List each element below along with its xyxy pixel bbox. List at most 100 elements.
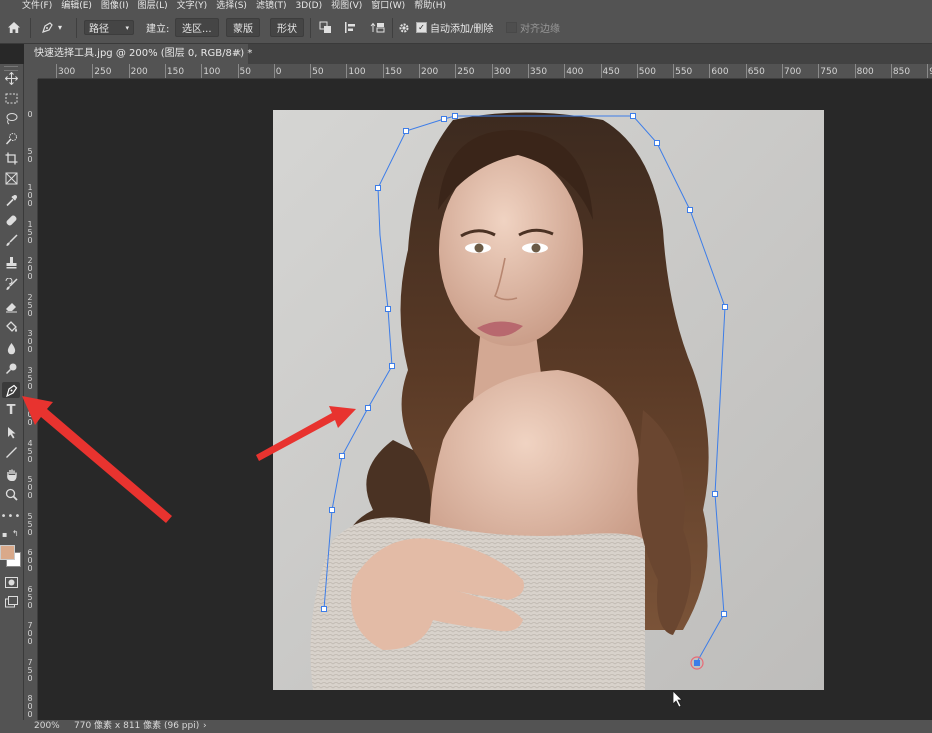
mask-button[interactable]: 蒙版 — [226, 18, 260, 37]
ruler-tick-label: 400 — [566, 67, 584, 77]
blur-icon[interactable] — [2, 340, 20, 356]
path-operations-icon[interactable] — [319, 12, 332, 43]
document-image[interactable] — [273, 110, 824, 690]
ruler-tick-label: 700 — [784, 67, 802, 77]
ruler-origin[interactable] — [24, 64, 38, 79]
gear-icon[interactable] — [398, 12, 410, 43]
marquee-icon[interactable] — [2, 90, 20, 106]
chevron-down-icon: ▾ — [125, 23, 129, 32]
ruler-tick-label: 200 — [27, 256, 33, 281]
mode-select-value: 路径 — [89, 24, 109, 35]
ruler-tick-label: 50 — [312, 67, 324, 77]
menu-item[interactable]: 3D(D) — [295, 0, 322, 12]
menu-item[interactable]: 窗口(W) — [371, 0, 405, 12]
ruler-tick-label: 400 — [27, 402, 33, 427]
ruler-tick-label: 550 — [27, 511, 33, 537]
menu-item[interactable]: 图像(I) — [101, 0, 129, 12]
healing-brush-icon[interactable] — [2, 212, 20, 228]
ruler-tick-label: 450 — [602, 67, 620, 77]
options-bar: ▾ 路径 ▾ 建立: 选区... 蒙版 形状 ✓ 自动添加/删除 对齐边缘 — [0, 12, 932, 44]
ruler-tick-label: 0 — [27, 110, 33, 119]
ruler-tick-label: 150 — [166, 67, 185, 77]
align-edges-checkbox[interactable]: 对齐边缘 — [506, 12, 560, 43]
ruler-tick-label: 800 — [27, 694, 33, 719]
path-select-icon[interactable] — [2, 424, 20, 440]
menu-item[interactable]: 文字(Y) — [177, 0, 208, 12]
vertical-ruler[interactable]: 0 50 100 150 200 250 300 350 400 450 500 550 600 650 7… — [24, 79, 38, 720]
lasso-icon[interactable] — [2, 110, 20, 126]
ruler-tick-label: 700 — [27, 621, 33, 646]
eyedropper-icon[interactable] — [2, 192, 20, 208]
ruler-tick-label: 300 — [27, 329, 33, 354]
document-tab[interactable]: 快速选择工具.jpg @ 200% (图层 0, RGB/8#) * × — [24, 44, 252, 64]
dodge-icon[interactable] — [2, 360, 20, 376]
menu-item[interactable]: 选择(S) — [216, 0, 247, 12]
ruler-tick-label: 300 — [493, 67, 511, 77]
brush-icon[interactable] — [2, 232, 20, 248]
close-icon[interactable]: × — [234, 44, 242, 64]
selection-button[interactable]: 选区... — [175, 18, 219, 37]
quick-select-icon[interactable] — [2, 130, 20, 146]
ruler-tick-label: 100 — [203, 67, 221, 77]
hand-icon[interactable] — [2, 466, 20, 482]
crop-icon[interactable] — [2, 150, 20, 166]
ruler-tick-label: 150 — [27, 219, 33, 245]
line-icon[interactable] — [2, 444, 20, 460]
home-icon[interactable] — [7, 12, 21, 43]
frame-icon[interactable] — [2, 170, 20, 186]
ruler-tick-label: 500 — [27, 475, 33, 500]
ruler-tick-label: 750 — [27, 657, 33, 683]
menu-item[interactable]: 编辑(E) — [61, 0, 92, 12]
ruler-tick-label: 250 — [27, 292, 33, 318]
eraser-icon[interactable] — [2, 298, 20, 314]
menu-bar: 文件(F) 编辑(E) 图像(I) 图层(L) 文字(Y) 选择(S) 滤镜(T) 3D(D)… — [0, 0, 932, 12]
ruler-tick-label: 250 — [457, 67, 475, 77]
ruler-tick-label: 300 — [58, 67, 76, 77]
ruler-tick-label: 100 — [348, 67, 366, 77]
menu-item[interactable]: 帮助(H) — [414, 0, 446, 12]
zoom-level[interactable]: 200% — [34, 720, 60, 733]
menu-item[interactable]: 文件(F) — [22, 0, 52, 12]
path-alignment-icon[interactable] — [344, 12, 357, 43]
ruler-tick-label: 0 — [275, 67, 282, 77]
swap-colors-icon[interactable]: ↰ — [12, 529, 19, 538]
clone-stamp-icon[interactable] — [2, 254, 20, 270]
screen-mode-icon[interactable] — [2, 594, 20, 610]
ruler-tick-label: 250 — [94, 67, 112, 77]
zoom-icon[interactable] — [2, 486, 20, 502]
pen-tool-preset-icon[interactable]: ▾ — [40, 12, 62, 43]
status-bar: 200% 770 像素 x 811 像素 (96 ppi) › — [0, 720, 932, 733]
ruler-tick-label: 750 — [820, 67, 838, 77]
more-tools-icon[interactable]: ••• — [1, 508, 21, 524]
move-icon[interactable] — [2, 70, 20, 86]
status-menu-arrow-icon[interactable]: › — [203, 720, 207, 733]
ruler-tick-label: 200 — [130, 67, 148, 77]
paint-bucket-icon[interactable] — [2, 318, 20, 334]
ruler-tick-label: 100 — [27, 183, 33, 208]
mode-select[interactable]: 路径 ▾ — [84, 20, 134, 35]
document-info: 770 像素 x 811 像素 (96 ppi) — [74, 721, 200, 731]
checkmark-icon: ✓ — [416, 22, 427, 33]
default-colors-icon[interactable]: ▪ — [2, 530, 7, 539]
shape-button[interactable]: 形状 — [270, 18, 304, 37]
horizontal-ruler[interactable]: 300 250 200 150 100 50 0 50 100 150 200 250 300 350 40… — [38, 64, 932, 79]
quick-mask-icon[interactable] — [2, 574, 20, 590]
ruler-tick-label: 600 — [27, 548, 33, 573]
document-tab-title: 快速选择工具.jpg @ 200% (图层 0, RGB/8#) * — [34, 48, 253, 59]
ruler-tick-label: 350 — [27, 365, 33, 391]
menu-item[interactable]: 滤镜(T) — [256, 0, 287, 12]
build-label: 建立: — [146, 24, 170, 35]
pen-icon[interactable] — [2, 382, 20, 398]
menu-item[interactable]: 视图(V) — [331, 0, 362, 12]
auto-add-delete-checkbox[interactable]: ✓ 自动添加/删除 — [416, 12, 493, 43]
foreground-color-swatch[interactable] — [0, 545, 15, 560]
ruler-tick-label: 50 — [239, 67, 251, 77]
type-icon[interactable]: T — [2, 402, 20, 418]
ruler-tick-label: 650 — [747, 67, 765, 77]
menu-item[interactable]: 图层(L) — [138, 0, 168, 12]
history-brush-icon[interactable] — [2, 276, 20, 292]
ruler-tick-label: 550 — [675, 67, 693, 77]
auto-add-delete-label: 自动添加/删除 — [430, 24, 494, 35]
path-arrangement-icon[interactable] — [370, 12, 386, 43]
ruler-tick-label: 850 — [892, 67, 911, 77]
